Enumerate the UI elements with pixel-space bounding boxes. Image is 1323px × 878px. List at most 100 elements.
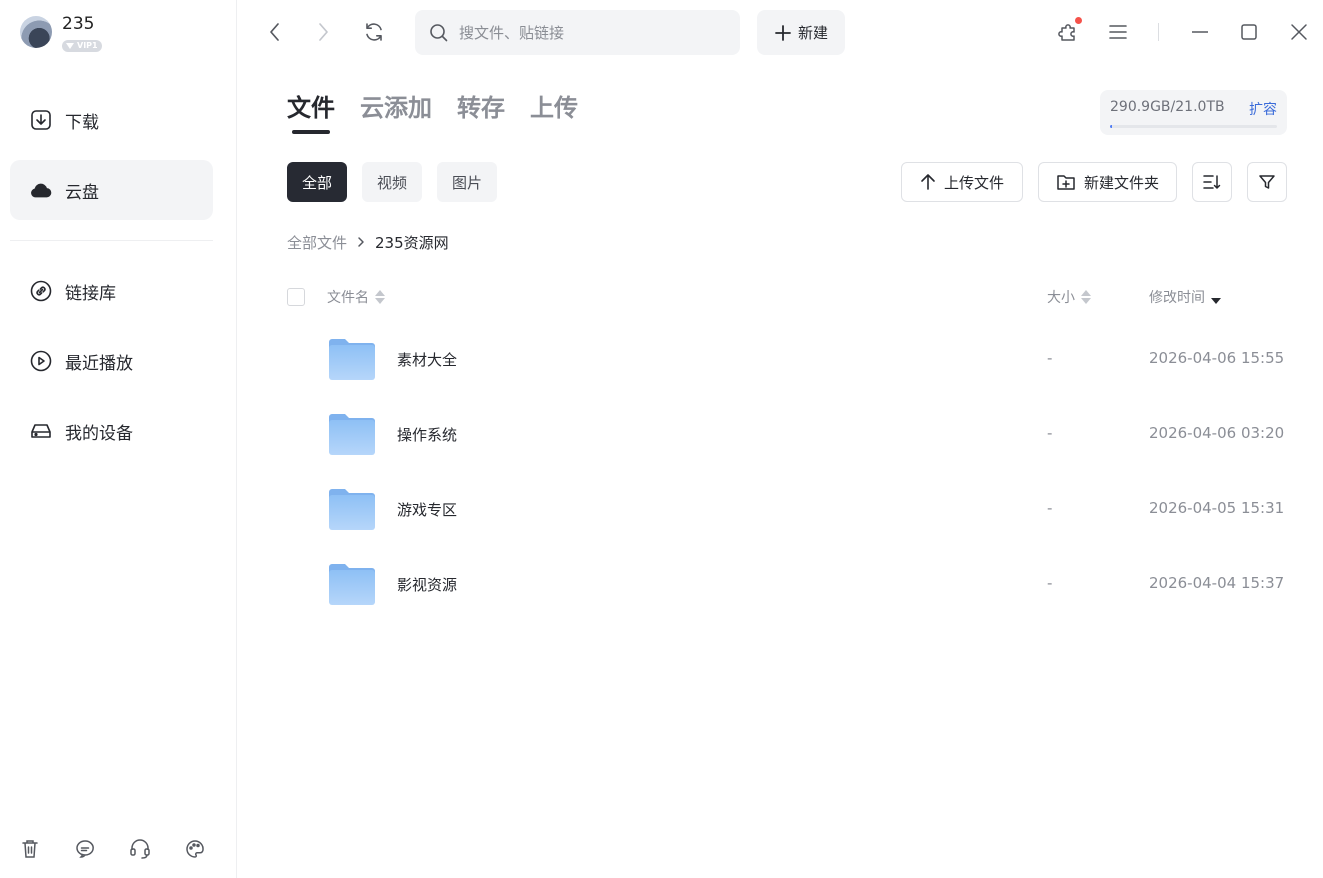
breadcrumb-root[interactable]: 全部文件 (287, 232, 347, 253)
chat-icon[interactable] (73, 836, 97, 862)
play-icon (30, 350, 52, 372)
new-folder-label: 新建文件夹 (1083, 173, 1159, 192)
maximize-icon (1241, 24, 1257, 40)
back-button[interactable] (260, 17, 290, 47)
menu-icon (1109, 25, 1127, 39)
chevron-left-icon (270, 23, 279, 41)
diamond-icon (66, 43, 74, 49)
file-size: - (1047, 424, 1053, 442)
table-row[interactable]: 素材大全 - 2026-04-06 15:55 (287, 324, 1287, 399)
top-toolbar: 新建 (237, 0, 1323, 64)
vip-badge: VIP1 (62, 40, 102, 52)
arrow-up-icon (921, 174, 935, 190)
sort-icon (1203, 175, 1221, 189)
column-modified[interactable]: 修改时间 (1149, 287, 1221, 307)
user-profile[interactable]: 235 VIP1 (20, 14, 102, 54)
plugin-button[interactable] (1054, 17, 1084, 47)
breadcrumb-current: 235资源网 (375, 233, 449, 252)
tab-files[interactable]: 文件 (287, 90, 335, 140)
upload-file-label: 上传文件 (943, 173, 1004, 192)
new-folder-button[interactable]: 新建文件夹 (1038, 162, 1177, 202)
filter-image[interactable]: 图片 (437, 162, 497, 202)
tab-transfer[interactable]: 转存 (457, 90, 505, 140)
sidebar-item-label: 云盘 (65, 182, 99, 203)
puzzle-icon (1058, 24, 1075, 41)
file-size: - (1047, 349, 1053, 367)
maximize-button[interactable] (1234, 17, 1264, 47)
file-size: - (1047, 574, 1053, 592)
menu-button[interactable] (1103, 17, 1133, 47)
tab-upload[interactable]: 上传 (530, 90, 578, 140)
trash-icon[interactable] (18, 836, 42, 862)
filter-video[interactable]: 视频 (362, 162, 422, 202)
storage-total: 21.0TB (1175, 99, 1225, 115)
chevron-right-icon (319, 23, 328, 41)
file-modified: 2026-04-05 15:31 (1149, 499, 1285, 517)
user-info: 235 VIP1 (62, 14, 102, 53)
file-name: 游戏专区 (397, 501, 458, 519)
search-box[interactable] (415, 10, 740, 55)
user-name: 235 (62, 14, 95, 34)
palette-icon[interactable] (183, 836, 207, 862)
close-icon (1291, 24, 1307, 40)
plus-icon (775, 24, 791, 41)
storage-progress-fill (1110, 125, 1113, 128)
expand-storage-button[interactable]: 扩容 (1249, 99, 1277, 119)
file-name: 素材大全 (397, 351, 458, 369)
headset-icon[interactable] (128, 836, 152, 862)
file-modified: 2026-04-06 03:20 (1149, 424, 1285, 442)
select-all-checkbox[interactable] (287, 288, 305, 306)
sidebar-divider (10, 240, 213, 241)
sidebar: 235 VIP1 下载 云盘 链接库 最近播放 我的设备 (0, 0, 237, 878)
main-tabs: 文件 云添加 转存 上传 (287, 90, 603, 140)
filter-button[interactable] (1247, 162, 1287, 202)
avatar[interactable] (20, 16, 52, 48)
file-name: 操作系统 (397, 426, 458, 444)
sidebar-item-label: 下载 (65, 112, 99, 133)
download-icon (30, 109, 52, 131)
sidebar-item-download[interactable]: 下载 (10, 90, 213, 150)
folder-icon (329, 339, 375, 380)
folder-icon (329, 564, 375, 605)
refresh-icon (366, 23, 382, 41)
sort-desc-icon (1211, 290, 1221, 304)
sidebar-item-recent-play[interactable]: 最近播放 (10, 331, 213, 391)
storage-used: 290.9GB (1110, 99, 1171, 115)
file-modified: 2026-04-06 15:55 (1149, 349, 1285, 367)
cloud-icon (30, 179, 52, 201)
tab-cloud-add[interactable]: 云添加 (360, 90, 432, 140)
vip-level: VIP1 (77, 41, 98, 50)
sort-button[interactable] (1192, 162, 1232, 202)
chevron-right-icon (357, 236, 365, 248)
column-modified-label: 修改时间 (1149, 290, 1205, 306)
folder-icon (329, 489, 375, 530)
upload-file-button[interactable]: 上传文件 (901, 162, 1023, 202)
sidebar-item-link-library[interactable]: 链接库 (10, 261, 213, 321)
table-row[interactable]: 游戏专区 - 2026-04-05 15:31 (287, 474, 1287, 549)
close-button[interactable] (1284, 17, 1314, 47)
funnel-icon (1259, 175, 1275, 189)
refresh-button[interactable] (359, 17, 389, 47)
table-row[interactable]: 操作系统 - 2026-04-06 03:20 (287, 399, 1287, 474)
sidebar-item-cloud[interactable]: 云盘 (10, 160, 213, 220)
column-size-label: 大小 (1047, 290, 1075, 306)
search-icon (430, 23, 448, 41)
new-button[interactable]: 新建 (757, 10, 845, 55)
column-name[interactable]: 文件名 (327, 287, 385, 307)
table-row[interactable]: 影视资源 - 2026-04-04 15:37 (287, 549, 1287, 624)
storage-widget: 290.9GB/21.0TB 扩容 (1100, 90, 1287, 135)
notification-dot (1075, 17, 1082, 24)
forward-button[interactable] (308, 17, 338, 47)
search-input[interactable] (459, 23, 719, 42)
file-size: - (1047, 499, 1053, 517)
sidebar-footer (0, 836, 237, 864)
filter-all[interactable]: 全部 (287, 162, 347, 202)
storage-progress-bar (1110, 125, 1277, 128)
device-icon (30, 420, 52, 442)
folder-plus-icon (1057, 175, 1075, 190)
sidebar-item-my-devices[interactable]: 我的设备 (10, 401, 213, 461)
column-size[interactable]: 大小 (1047, 287, 1091, 307)
storage-info: 290.9GB/21.0TB 扩容 (1110, 99, 1277, 119)
minimize-button[interactable] (1185, 17, 1215, 47)
file-modified: 2026-04-04 15:37 (1149, 574, 1285, 592)
